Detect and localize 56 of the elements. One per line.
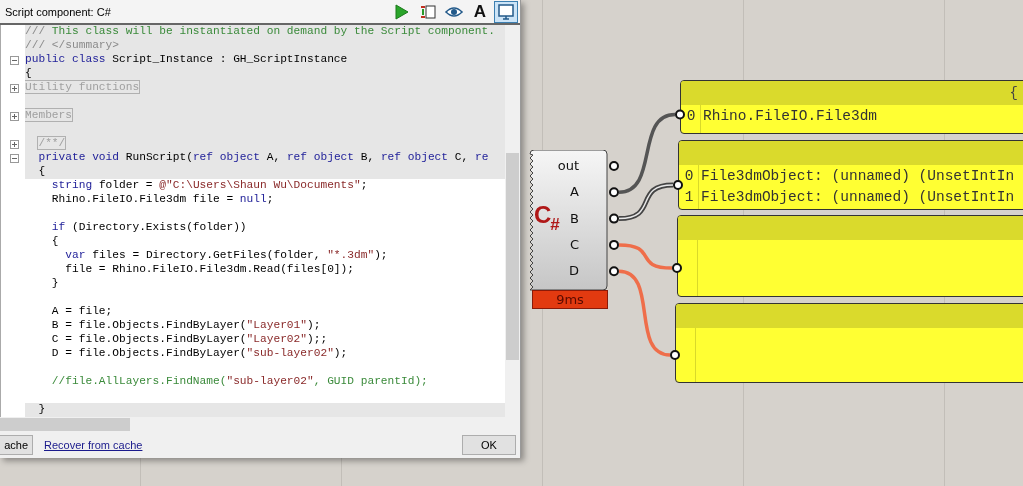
monitor-icon [497, 2, 515, 21]
item-index: 0 [683, 167, 695, 184]
dialog-title: Script component: C# [5, 5, 112, 18]
output-grip[interactable] [609, 266, 619, 277]
cache-button[interactable]: ache [0, 434, 33, 455]
horizontal-scrollbar[interactable] [0, 417, 520, 431]
data-panel[interactable]: 0 File3dmObject: (unnamed) (UnsetIntIn 1 File3dmObject: (unnamed) (UnsetIntIn [678, 140, 1023, 210]
output-grip[interactable] [609, 213, 619, 224]
fold-minus-icon[interactable] [10, 55, 19, 65]
window-toggle-button[interactable] [494, 0, 518, 23]
code-line: string folder = @"C:\Users\Shaun Wu\Documents"; [50, 179, 369, 193]
scrollbar-thumb[interactable] [506, 153, 519, 360]
input-grip[interactable] [670, 350, 680, 360]
item-index: 1 [683, 188, 695, 205]
play-icon [393, 2, 411, 21]
code-line: C = file.Objects.FindByLayer("Layer02");; [50, 333, 329, 347]
code-line: var files = Directory.GetFiles(folder, "*.3dm"); [64, 249, 389, 263]
input-grip[interactable] [672, 263, 682, 273]
output-label: B [570, 209, 579, 228]
output-grip[interactable] [609, 187, 619, 198]
output-label: A [570, 183, 579, 202]
item-value: Rhino.FileIO.File3dm [703, 107, 878, 124]
fold-minus-icon[interactable] [10, 153, 19, 163]
scrollbar-thumb[interactable] [0, 417, 130, 431]
script-language-logo: C$_{#}$ [534, 203, 560, 230]
input-grip[interactable] [675, 109, 685, 120]
fold-plus-icon[interactable] [10, 111, 19, 121]
item-index: 0 [685, 107, 697, 124]
code-line: } [50, 277, 60, 291]
input-grip[interactable] [673, 180, 683, 190]
timer-badge: 9ms [532, 290, 608, 309]
fold-plus-icon[interactable] [10, 139, 19, 149]
output-grip[interactable] [609, 239, 619, 250]
output-label: out [557, 157, 579, 175]
code-line: B = file.Objects.FindByLayer("Layer01"); [50, 319, 322, 333]
output-label: D [569, 262, 579, 281]
code-line: { [50, 235, 60, 249]
output-label: C [569, 235, 579, 254]
vertical-scrollbar[interactable] [505, 25, 520, 417]
font-button[interactable]: A [468, 0, 492, 23]
code-line: file = Rhino.FileIO.File3dm.Read(files[0]); [64, 263, 355, 277]
data-panel[interactable] [675, 303, 1023, 383]
code-line: D = file.Objects.FindByLayer("sub-layer02"); [50, 347, 349, 361]
recover-link[interactable]: Recover from cache [44, 438, 143, 451]
item-value: File3dmObject: (unnamed) (UnsetIntIn [701, 188, 1015, 205]
code-line: //file.AllLayers.FindName("sub-layer02", GUID parentId); [50, 375, 429, 389]
code-line: if (Directory.Exists(folder)) [50, 221, 248, 235]
data-panel[interactable] [677, 215, 1023, 297]
item-value: File3dmObject: (unnamed) (UnsetIntIn [701, 167, 1015, 184]
panel-header-text: { [1009, 85, 1018, 101]
data-panel[interactable]: { 0 Rhino.FileIO.File3dm [680, 80, 1023, 134]
ok-button[interactable]: OK [462, 434, 516, 455]
fold-plus-icon[interactable] [10, 83, 19, 93]
code-line: Rhino.FileIO.File3dm file = null; [50, 193, 275, 207]
output-grip[interactable] [609, 161, 619, 171]
code-line: A = file; [50, 305, 114, 319]
